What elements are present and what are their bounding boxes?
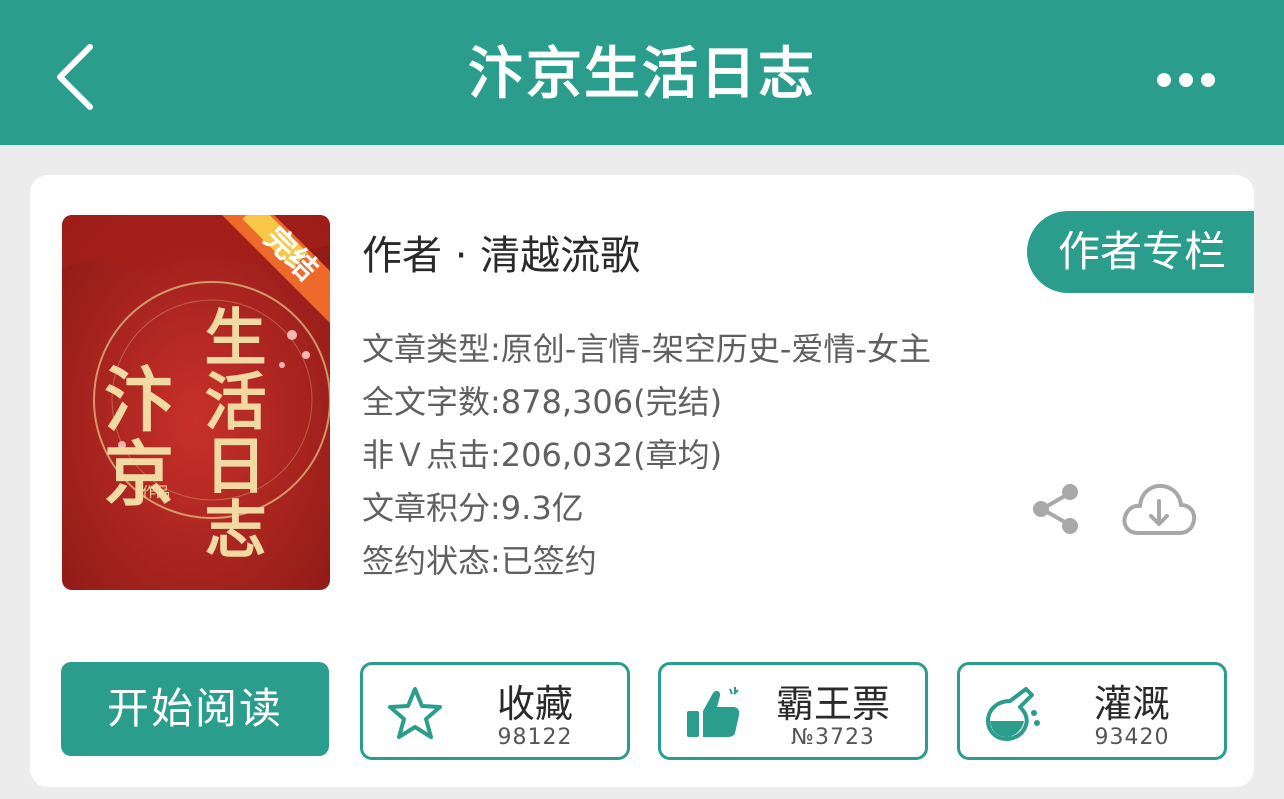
- cover-caption: 作品: [142, 485, 170, 501]
- favorite-count: 98122: [497, 725, 573, 750]
- favorite-button[interactable]: 收藏 98122: [360, 662, 630, 760]
- info-score: 文章积分:9.3亿: [362, 489, 584, 527]
- book-detail-card: 汴京 生活日志 作品 完结 作者 · 清越流歌 作者专栏 文章类型:原创-言情-…: [30, 175, 1254, 787]
- top-navigation-bar: 汴京生活日志: [0, 0, 1284, 145]
- author-column-button[interactable]: 作者专栏: [1027, 211, 1254, 293]
- book-info-list: 文章类型:原创-言情-架空历史-爱情-女主 全文字数:878,306(完结) 非…: [362, 323, 931, 588]
- info-sign-status: 签约状态:已签约: [362, 542, 597, 580]
- cloud-download-icon[interactable]: [1120, 479, 1198, 541]
- water-label: 灌溉: [1093, 682, 1170, 726]
- water-count: 93420: [1094, 725, 1170, 750]
- info-word-count: 全文字数:878,306(完结): [362, 383, 723, 421]
- page-title: 汴京生活日志: [468, 42, 816, 107]
- share-icon[interactable]: [1030, 481, 1082, 537]
- nutrient-flask-icon: [986, 687, 1040, 741]
- vote-button[interactable]: 霸王票 №3723: [658, 662, 928, 760]
- info-clicks: 非Ｖ点击:206,032(章均): [362, 436, 723, 474]
- star-icon: [388, 687, 442, 739]
- favorite-label: 收藏: [496, 682, 573, 726]
- water-button[interactable]: 灌溉 93420: [957, 662, 1227, 760]
- more-dots-icon[interactable]: [1150, 62, 1222, 98]
- info-category: 文章类型:原创-言情-架空历史-爱情-女主: [362, 330, 931, 368]
- start-reading-button[interactable]: 开始阅读: [61, 662, 329, 756]
- book-cover-image: 汴京 生活日志 作品 完结: [62, 215, 330, 590]
- vote-count: №3723: [791, 725, 875, 750]
- thumbs-up-icon: [687, 687, 740, 737]
- author-name[interactable]: 作者 · 清越流歌: [362, 223, 640, 281]
- book-cover[interactable]: 汴京 生活日志 作品 完结: [62, 215, 330, 590]
- vote-label: 霸王票: [775, 682, 890, 726]
- cover-title-line-2: 生活日志: [194, 305, 267, 561]
